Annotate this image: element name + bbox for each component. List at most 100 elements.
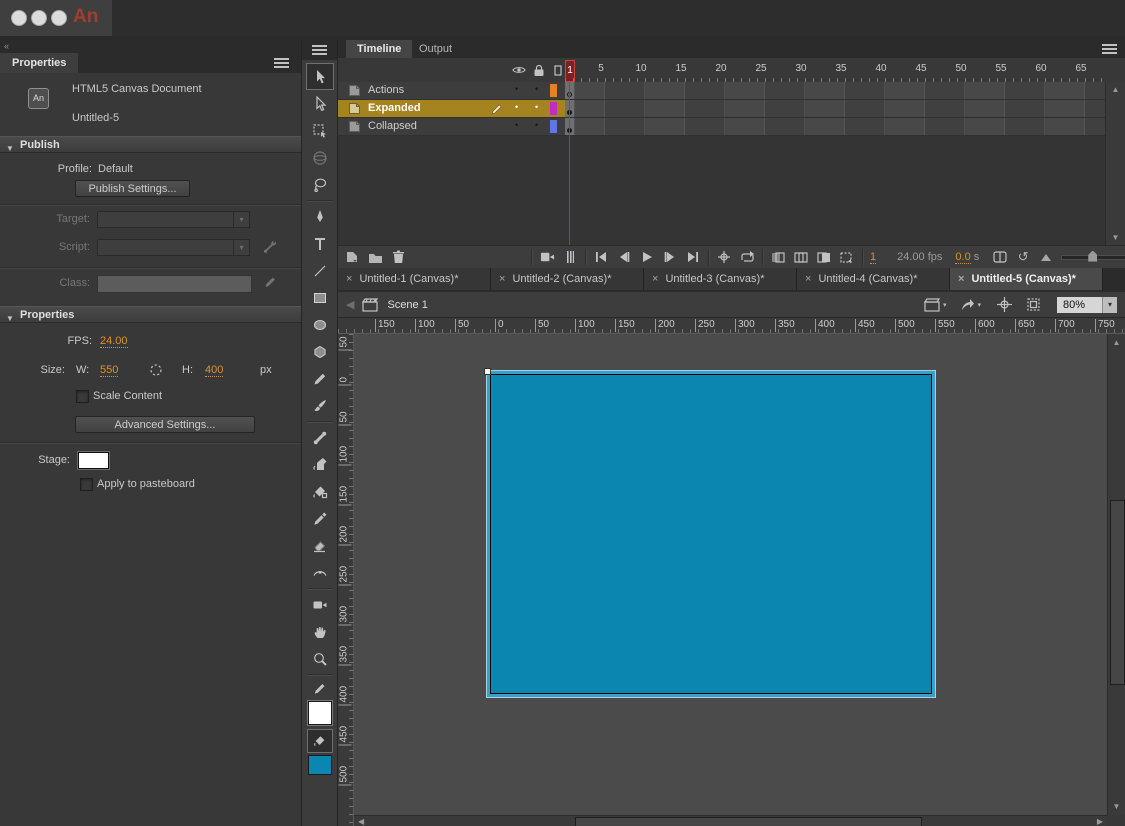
layer-frames[interactable] [565, 82, 1105, 99]
document-tab[interactable]: ×Untitled-2 (Canvas)* [491, 268, 644, 290]
horizontal-scrollbar-thumb[interactable] [575, 817, 922, 826]
selection-anchor-handle[interactable] [484, 368, 491, 375]
scroll-left-icon[interactable]: ◀ [358, 817, 364, 826]
selection-tool[interactable] [306, 63, 334, 90]
scroll-up-icon[interactable]: ▲ [1108, 338, 1125, 347]
height-value[interactable]: 400 [205, 364, 223, 377]
close-icon[interactable]: × [958, 273, 964, 285]
publish-settings-button[interactable]: Publish Settings... [75, 180, 190, 197]
edit-scene-button[interactable]: ▾ [924, 298, 947, 312]
layer-visibility-dot[interactable]: • [515, 120, 518, 130]
link-broken-icon[interactable] [148, 362, 164, 378]
vertical-scrollbar[interactable]: ▲ ▼ [1107, 334, 1125, 815]
polystar-tool[interactable] [306, 338, 334, 365]
layer-lock-dot[interactable]: • [535, 120, 538, 130]
lock-all-layers-icon[interactable] [533, 64, 545, 77]
document-tab[interactable]: ×Untitled-4 (Canvas)* [797, 268, 950, 290]
toolbar-menu-icon[interactable] [312, 45, 327, 56]
layer-outline-color-chip[interactable] [550, 120, 557, 133]
horizontal-scrollbar[interactable]: ◀ ▶ [354, 815, 1107, 826]
close-icon[interactable]: × [346, 273, 352, 285]
stage-color-swatch[interactable] [78, 452, 109, 469]
layer-lock-dot[interactable]: • [535, 84, 538, 94]
properties-section-header[interactable]: ▼ Properties [0, 306, 301, 323]
document-tab-active[interactable]: ×Untitled-5 (Canvas)* [950, 268, 1103, 290]
layer-name[interactable]: Actions [368, 84, 404, 96]
modify-markers-button[interactable] [839, 249, 855, 265]
close-icon[interactable]: × [805, 273, 811, 285]
edit-symbols-button[interactable]: ▾ [960, 298, 981, 312]
oval-tool[interactable] [306, 311, 334, 338]
layer-visibility-dot[interactable]: • [515, 102, 518, 112]
layer-visibility-dot[interactable]: • [515, 84, 518, 94]
eyedropper-tool[interactable] [306, 505, 334, 532]
layer-outline-color-chip[interactable] [550, 102, 557, 115]
camera-tool[interactable] [306, 591, 334, 618]
fill-color-swatch[interactable] [308, 755, 332, 775]
apply-pasteboard-checkbox[interactable] [80, 478, 93, 491]
loop-playback-button[interactable] [739, 249, 755, 265]
ink-bottle-tool[interactable] [306, 451, 334, 478]
width-tool[interactable] [306, 559, 334, 586]
frame-view-button[interactable] [992, 249, 1008, 265]
layer-row-actions[interactable]: Actions • • [338, 82, 1105, 100]
panel-collapse-strip[interactable]: « [0, 40, 301, 53]
close-window-button[interactable] [11, 10, 27, 26]
brush-tool[interactable] [306, 392, 334, 419]
collapse-panel-icon[interactable]: « [4, 41, 9, 51]
layer-lock-dot[interactable]: • [535, 102, 538, 112]
pen-tool[interactable] [306, 203, 334, 230]
document-tab[interactable]: ×Untitled-3 (Canvas)* [644, 268, 797, 290]
lasso-tool[interactable] [306, 171, 334, 198]
add-camera-button[interactable] [539, 249, 555, 265]
advanced-settings-button[interactable]: Advanced Settings... [75, 416, 255, 433]
timeline-menu-icon[interactable] [1102, 44, 1117, 55]
rectangle-tool[interactable] [306, 284, 334, 311]
back-arrow-icon[interactable]: ◀ [346, 298, 354, 311]
tab-timeline[interactable]: Timeline [346, 40, 412, 58]
canvas-pasteboard[interactable] [354, 334, 1107, 815]
paint-bucket-tool[interactable] [306, 478, 334, 505]
free-transform-tool[interactable] [306, 117, 334, 144]
stage-selected-object[interactable] [486, 370, 936, 698]
zoom-out-timeline-button[interactable] [1038, 249, 1054, 265]
line-tool[interactable] [306, 257, 334, 284]
onion-skin-outlines-button[interactable] [793, 249, 809, 265]
scroll-right-icon[interactable]: ▶ [1097, 817, 1103, 826]
layer-name[interactable]: Collapsed [368, 120, 417, 132]
delete-layer-button[interactable] [390, 249, 406, 265]
layer-frames[interactable] [565, 118, 1105, 135]
close-icon[interactable]: × [499, 273, 505, 285]
step-forward-button[interactable] [662, 249, 678, 265]
scale-content-checkbox[interactable] [76, 390, 89, 403]
pencil-tool[interactable] [306, 365, 334, 392]
center-frame-button[interactable] [716, 249, 732, 265]
layer-row-expanded[interactable]: Expanded • • [338, 100, 1105, 118]
tab-output[interactable]: Output [408, 40, 463, 58]
subselection-tool[interactable] [306, 90, 334, 117]
elapsed-time-value[interactable]: 0.0 [955, 251, 970, 264]
zoom-tool[interactable] [306, 645, 334, 672]
stage-fill[interactable] [490, 374, 932, 694]
go-to-last-frame-button[interactable] [685, 249, 701, 265]
section-collapse-icon[interactable]: ▼ [6, 311, 14, 327]
play-button[interactable] [639, 249, 655, 265]
eraser-tool[interactable] [306, 532, 334, 559]
go-to-first-frame-button[interactable] [593, 249, 609, 265]
layer-outline-color-chip[interactable] [550, 84, 557, 97]
show-hide-all-layers-eye-icon[interactable] [512, 64, 526, 76]
document-tab[interactable]: ×Untitled-1 (Canvas)* [338, 268, 491, 290]
stage-zoom-select[interactable]: 80%▾ [1057, 297, 1117, 313]
current-frame-value[interactable]: 1 [870, 251, 876, 264]
chevron-down-icon[interactable]: ▾ [1102, 297, 1117, 313]
bone-tool[interactable] [306, 424, 334, 451]
panel-menu-icon[interactable] [274, 58, 289, 69]
scroll-down-icon[interactable]: ▼ [1108, 802, 1125, 811]
3d-rotation-tool[interactable] [306, 144, 334, 171]
minimize-window-button[interactable] [31, 10, 47, 26]
center-stage-button[interactable] [997, 297, 1012, 312]
timeline-zoom-slider-thumb[interactable] [1088, 251, 1097, 262]
text-tool[interactable] [306, 230, 334, 257]
scroll-up-icon[interactable]: ▲ [1106, 85, 1125, 94]
onion-skin-button[interactable] [770, 249, 786, 265]
